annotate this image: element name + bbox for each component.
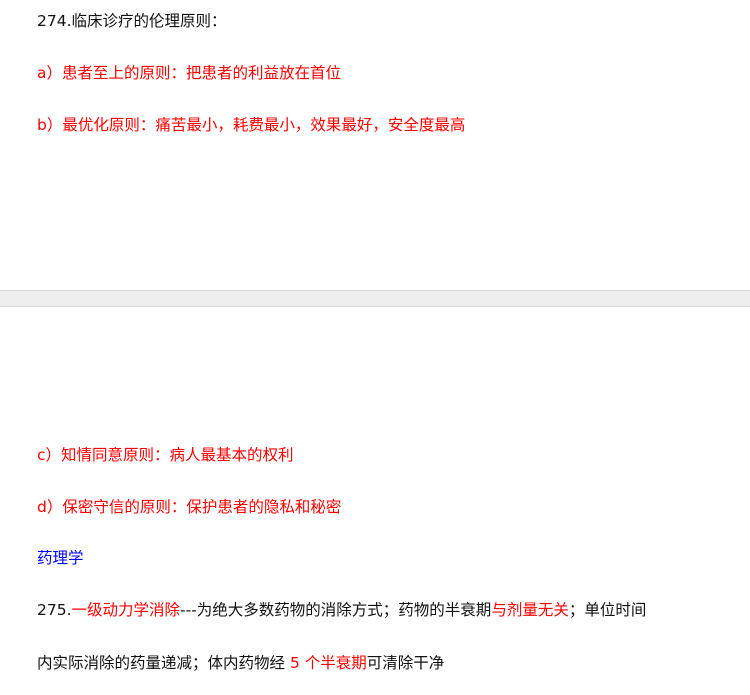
five-half-lives-highlight: 5 个半衰期 [289, 654, 367, 672]
section-heading-pharmacology: 药理学 [37, 549, 84, 567]
question-275-text-1: ---为绝大多数药物的消除方式；药物的半衰期 [180, 601, 492, 619]
document-page-2: c）知情同意原则：病人最基本的权利 d）保密守信的原则：保护患者的隐私和秘密 药… [0, 307, 750, 695]
question-275-line-2-text-1: 内实际消除的药量递减；体内药物经 [37, 654, 290, 672]
document-page-1: 274.临床诊疗的伦理原则： a）患者至上的原则：把患者的利益放在首位 b）最优… [0, 0, 750, 290]
principle-item-b: b）最优化原则：痛苦最小，耗费最小，效果最好，安全度最高 [37, 116, 466, 134]
question-275-line-2-text-2: 可清除干净 [366, 654, 445, 672]
principle-item-c: c）知情同意原则：病人最基本的权利 [37, 446, 294, 464]
question-274-title: 274.临床诊疗的伦理原则： [37, 12, 227, 30]
question-275-line-2: 内实际消除的药量递减；体内药物经 5 个半衰期可清除干净 [37, 653, 444, 673]
question-275-text-2: ；单位时间 [568, 601, 647, 619]
dose-independent-highlight: 与剂量无关 [491, 601, 569, 619]
question-275-number: 275. [37, 601, 72, 619]
first-order-elimination-term: 一级动力学消除 [71, 601, 181, 619]
principle-item-a: a）患者至上的原则：把患者的利益放在首位 [37, 64, 341, 82]
question-275-line-1: 275.一级动力学消除---为绝大多数药物的消除方式；药物的半衰期与剂量无关；单… [37, 600, 646, 620]
page-separator [0, 290, 750, 307]
principle-item-d: d）保密守信的原则：保护患者的隐私和秘密 [37, 498, 342, 516]
